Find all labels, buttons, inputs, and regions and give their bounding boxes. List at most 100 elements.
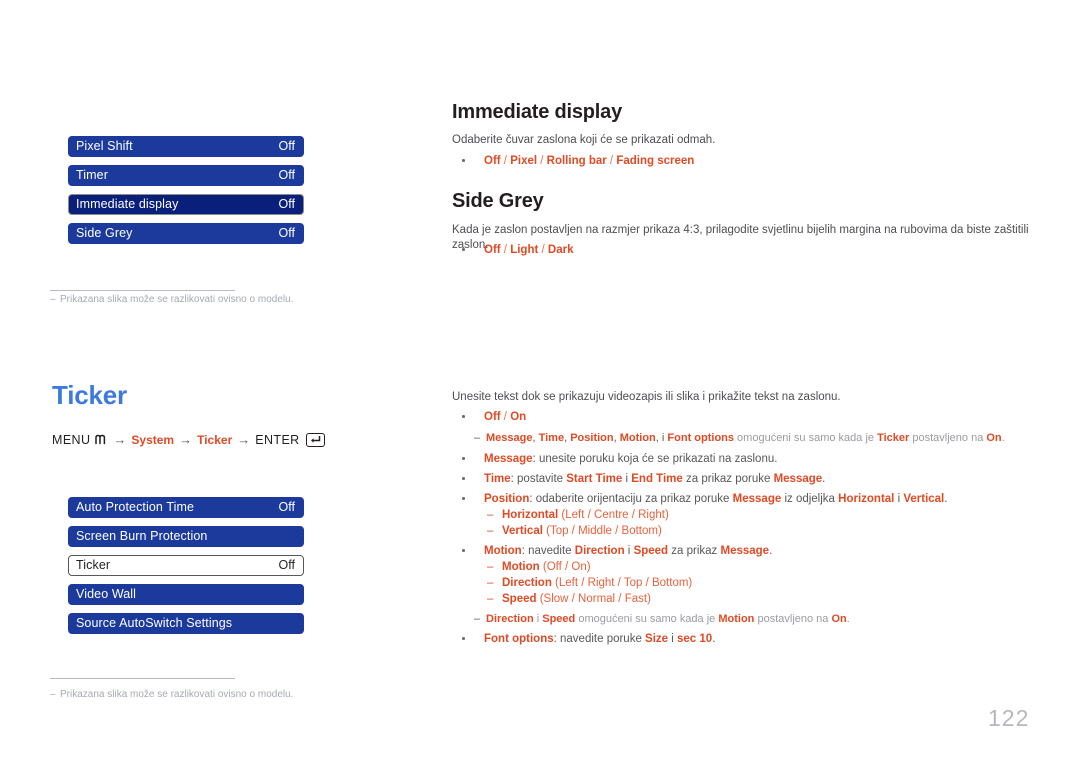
osd-row-value: Off: [278, 168, 295, 182]
term-message: Message: [486, 432, 533, 444]
osd-row-auto-protection-time[interactable]: Auto Protection Time Off: [68, 497, 304, 518]
enter-key-icon: [305, 432, 325, 447]
menu-path-ticker: MENU → System → Ticker → ENTER: [52, 432, 325, 447]
bullet-font-options: Font options: navedite poruke Size i sec…: [462, 632, 715, 647]
osd-row-label: Side Grey: [76, 226, 133, 240]
bullet-description: .: [769, 545, 773, 557]
subitem-dash-icon: ‒: [487, 509, 494, 521]
osd-row-label: Timer: [76, 168, 108, 182]
term-motion: Motion: [619, 432, 656, 444]
subitem-horizontal: ‒ Horizontal (Left / Centre / Right): [487, 508, 669, 523]
term-motion: Motion: [502, 561, 540, 573]
option-pixel: Pixel: [510, 155, 538, 167]
bullet-description: .: [944, 493, 948, 505]
osd-row-pixel-shift[interactable]: Pixel Shift Off: [68, 136, 304, 157]
option-separator: /: [538, 244, 548, 256]
bullet-description: iz odjeljka: [781, 493, 839, 505]
subitem-dash-icon: ‒: [487, 593, 494, 605]
osd-row-source-autoswitch-settings[interactable]: Source AutoSwitch Settings: [68, 613, 304, 634]
osd-row-label: Screen Burn Protection: [76, 529, 208, 543]
term-ticker: Ticker: [877, 432, 910, 444]
note-text: Direction i Speed omogućeni su samo kada…: [486, 612, 850, 627]
osd-menu-system: Auto Protection Time Off Screen Burn Pro…: [68, 497, 304, 642]
subitem-options: (Off / On): [539, 561, 591, 573]
subitem-dash-icon: ‒: [487, 525, 494, 537]
bullet-description: za prikaz poruke: [682, 473, 774, 485]
note-dash-icon: ‒: [474, 432, 481, 444]
section-heading-ticker: Ticker: [52, 380, 127, 410]
term-speed: Speed: [502, 593, 537, 605]
term-horizontal: Horizontal: [502, 509, 559, 521]
bullet-text: Off / On: [484, 410, 526, 425]
menu-path-item-system: System: [131, 432, 175, 447]
osd-row-ticker[interactable]: Ticker Off: [68, 555, 304, 576]
bullet-dot-icon: [462, 457, 465, 460]
term-message: Message: [773, 473, 823, 485]
section-heading-side-grey: Side Grey: [452, 190, 544, 212]
subitem-options: (Left / Centre / Right): [558, 509, 669, 521]
term-direction: Direction: [574, 545, 625, 557]
note-sep: , i: [655, 432, 668, 444]
arrow-icon-1: →: [113, 432, 127, 447]
term-message: Message: [732, 493, 782, 505]
option-separator: /: [500, 244, 511, 256]
note-dash-icon: ‒: [474, 613, 481, 625]
bullet-dot-icon: [462, 415, 465, 418]
manual-page: Pixel Shift Off Timer Off Immediate disp…: [0, 0, 1080, 763]
subitem-motion: ‒ Motion (Off / On): [487, 560, 591, 575]
term-horizontal: Horizontal: [838, 493, 895, 505]
subitem-text: Horizontal (Left / Centre / Right): [502, 508, 669, 523]
note-direction-speed-condition: ‒ Direction i Speed omogućeni su samo ka…: [474, 612, 850, 627]
note-body: omogućeni su samo kada je: [734, 432, 878, 444]
bullet-dot-icon: [462, 248, 465, 251]
footnote-divider-bottom: [50, 678, 235, 679]
section-heading-immediate-display: Immediate display: [452, 101, 622, 123]
term-motion: Motion: [718, 613, 755, 625]
term-vertical: Vertical: [502, 525, 543, 537]
option-on: On: [510, 411, 527, 423]
option-rolling-bar: Rolling bar: [546, 155, 607, 167]
bullet-description: : unesite poruku koja će se prikazati na…: [532, 453, 778, 465]
osd-row-immediate-display[interactable]: Immediate display Off: [68, 194, 304, 215]
osd-row-value: Off: [278, 558, 295, 572]
osd-row-timer[interactable]: Timer Off: [68, 165, 304, 186]
bullet-text: Off / Light / Dark: [484, 243, 573, 258]
term-on: On: [831, 613, 847, 625]
menu-icon: [95, 434, 108, 445]
subitem-vertical: ‒ Vertical (Top / Middle / Bottom): [487, 524, 662, 539]
subitem-options: (Top / Middle / Bottom): [542, 525, 662, 537]
term-time: Time: [538, 432, 565, 444]
subitem-options: (Left / Right / Top / Bottom): [551, 577, 693, 589]
option-off: Off: [484, 411, 501, 423]
term-message: Message: [484, 453, 533, 465]
bullet-description: i: [624, 545, 634, 557]
osd-row-side-grey[interactable]: Side Grey Off: [68, 223, 304, 244]
note-body: .: [846, 613, 850, 625]
bullet-description: : navedite poruke: [553, 633, 646, 645]
subitem-dash-icon: ‒: [487, 577, 494, 589]
osd-row-label: Auto Protection Time: [76, 500, 195, 514]
osd-row-label: Video Wall: [76, 587, 137, 601]
option-fading-screen: Fading screen: [616, 155, 695, 167]
subitem-dash-icon: ‒: [487, 561, 494, 573]
footnote-bottom: ‒ Prikazana slika može se razlikovati ovi…: [50, 688, 293, 701]
bullet-text: Font options: navedite poruke Size i sec…: [484, 632, 715, 647]
bullet-dot-icon: [462, 477, 465, 480]
term-font-options: Font options: [484, 633, 554, 645]
osd-row-label: Immediate display: [76, 197, 179, 211]
osd-row-label: Pixel Shift: [76, 139, 133, 153]
term-speed: Speed: [542, 613, 576, 625]
page-number: 122: [988, 705, 1030, 731]
bullet-text: Motion: navedite Direction i Speed za pr…: [484, 544, 772, 559]
bullet-position: Position: odaberite orijentaciju za prik…: [462, 492, 947, 507]
bullet-description: i: [622, 473, 632, 485]
osd-row-screen-burn-protection[interactable]: Screen Burn Protection: [68, 526, 304, 547]
term-start-time: Start Time: [566, 473, 623, 485]
footnote-text: Prikazana slika može se razlikovati ovis…: [60, 294, 294, 305]
option-off: Off: [484, 155, 501, 167]
subitem-text: Direction (Left / Right / Top / Bottom): [502, 576, 692, 591]
osd-row-video-wall[interactable]: Video Wall: [68, 584, 304, 605]
term-motion: Motion: [484, 545, 522, 557]
note-text: Message, Time, Position, Motion, i Font …: [486, 431, 1005, 446]
menu-path-menu-word: MENU: [52, 432, 91, 447]
